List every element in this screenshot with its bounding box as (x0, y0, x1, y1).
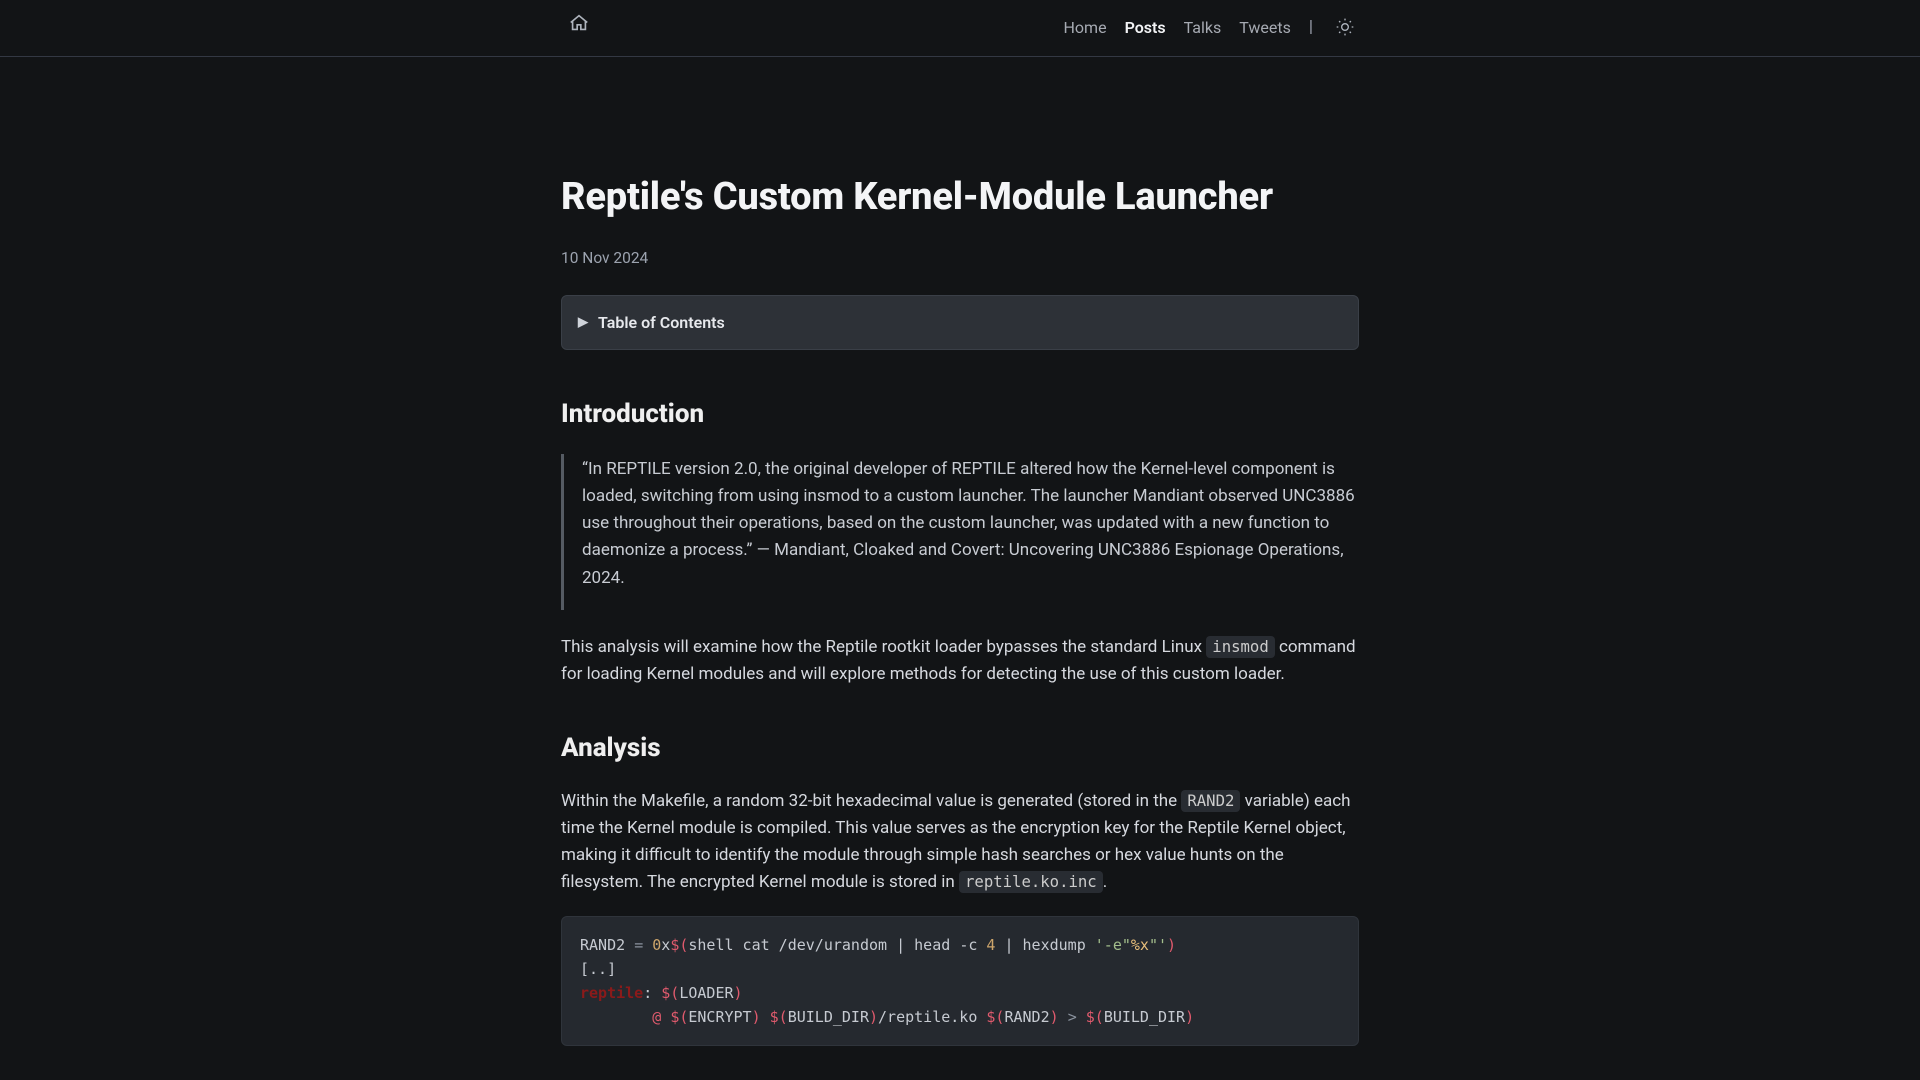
home-icon (568, 12, 590, 43)
toc-label: Table of Contents (598, 310, 725, 336)
intro-p1a: This analysis will examine how the Repti… (561, 637, 1206, 657)
analysis-paragraph: Within the Makefile, a random 32-bit hex… (561, 788, 1359, 897)
nav-item-home[interactable]: Home (1064, 15, 1107, 41)
makefile-codeblock: RAND2 = 0x$(shell cat /dev/urandom | hea… (561, 916, 1359, 1046)
theme-toggle[interactable] (1331, 13, 1359, 44)
code-line: RAND2 = 0x$(shell cat /dev/urandom | hea… (580, 933, 1340, 957)
home-link[interactable] (561, 10, 597, 46)
nav-item-tweets[interactable]: Tweets (1239, 15, 1291, 41)
nav-separator: | (1309, 14, 1313, 41)
article-date: 10 Nov 2024 (561, 246, 1359, 271)
primary-nav: Home Posts Talks Tweets | (1064, 13, 1359, 44)
sun-icon (1335, 17, 1355, 40)
analysis-p1c: . (1103, 872, 1107, 892)
code-rand2: RAND2 (1181, 790, 1240, 812)
section-heading-analysis: Analysis (561, 728, 1359, 770)
site-header: Home Posts Talks Tweets | (0, 0, 1920, 57)
analysis-p1a: Within the Makefile, a random 32-bit hex… (561, 791, 1181, 811)
article: Reptile's Custom Kernel-Module Launcher … (537, 57, 1383, 1046)
page-title: Reptile's Custom Kernel-Module Launcher (561, 167, 1359, 228)
nav-item-talks[interactable]: Talks (1184, 15, 1222, 41)
disclosure-triangle-icon: ▶ (578, 313, 588, 334)
code-line: reptile: $(LOADER) (580, 981, 1340, 1005)
intro-quote: “In REPTILE version 2.0, the original de… (561, 454, 1359, 610)
code-reptile-ko-inc: reptile.ko.inc (959, 871, 1103, 893)
toc-summary[interactable]: ▶ Table of Contents (578, 310, 1342, 336)
nav-item-posts[interactable]: Posts (1125, 15, 1166, 41)
section-heading-intro: Introduction (561, 394, 1359, 436)
code-insmod: insmod (1206, 636, 1274, 658)
toc-panel: ▶ Table of Contents (561, 295, 1359, 351)
toc-details[interactable]: ▶ Table of Contents (578, 310, 1342, 336)
intro-quote-text: “In REPTILE version 2.0, the original de… (582, 456, 1359, 592)
intro-paragraph: This analysis will examine how the Repti… (561, 634, 1359, 688)
code-line: @ $(ENCRYPT) $(BUILD_DIR)/reptile.ko $(R… (580, 1005, 1340, 1029)
code-line: [..] (580, 957, 1340, 981)
